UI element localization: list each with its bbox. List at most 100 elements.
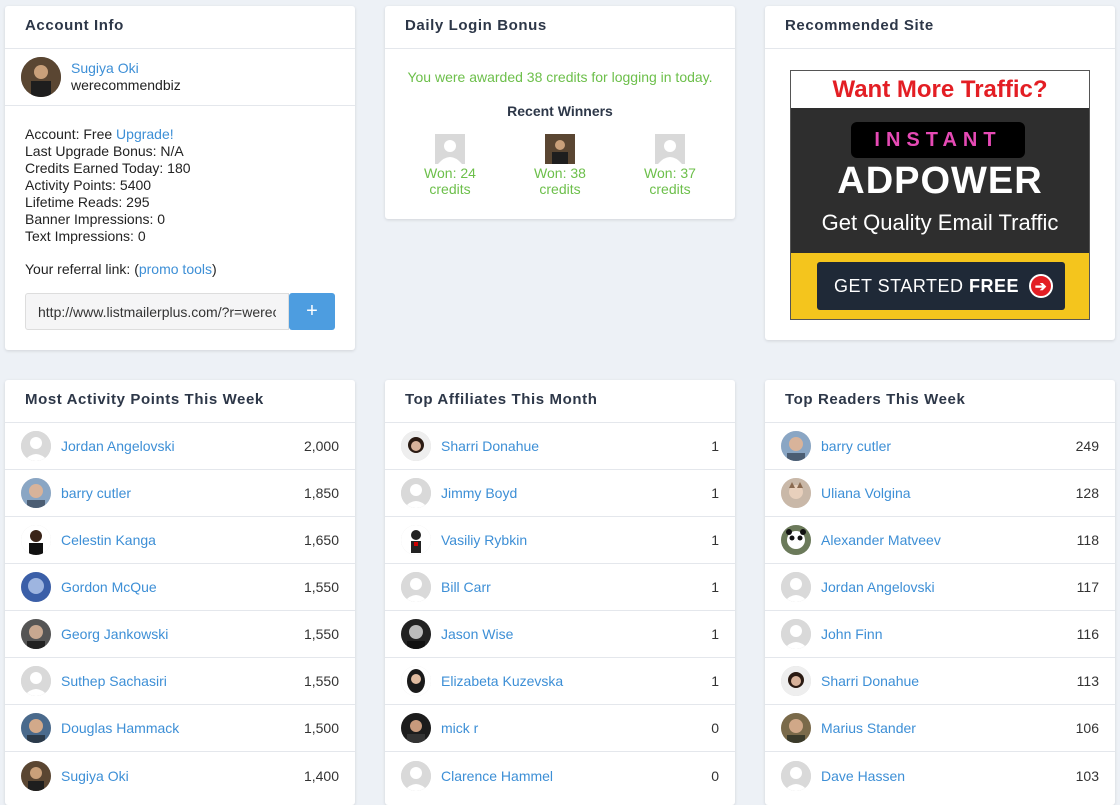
add-button[interactable]: + [289, 293, 335, 330]
avatar[interactable] [781, 713, 811, 743]
top-affiliates-list: Sharri Donahue 1 Jimmy Boyd 1 Vasiliy Rybk… [385, 423, 735, 799]
member-name-link[interactable]: Celestin Kanga [61, 532, 304, 548]
lifetime-reads: Lifetime Reads: 295 [25, 194, 150, 210]
recent-winners-title: Recent Winners [507, 103, 613, 119]
ad-get-started-button[interactable]: GET STARTED FREE ➔ [817, 262, 1065, 310]
recommended-site-card: Recommended Site Want More Traffic? INST… [765, 6, 1115, 340]
member-name-link[interactable]: Jordan Angelovski [61, 438, 304, 454]
avatar[interactable] [21, 572, 51, 602]
list-item: Vasiliy Rybkin 1 [385, 517, 735, 564]
member-name-link[interactable]: mick r [441, 720, 711, 736]
reads-value: 128 [1075, 485, 1099, 501]
member-name-link[interactable]: Elizabeta Kuzevska [441, 673, 711, 689]
daily-bonus-card: Daily Login Bonus You were awarded 38 cr… [385, 6, 735, 219]
reads-value: 113 [1076, 673, 1099, 689]
promo-tools-link[interactable]: promo tools [139, 261, 212, 277]
avatar[interactable] [21, 478, 51, 508]
points-value: 1,500 [303, 720, 339, 736]
winner-avatar[interactable] [545, 134, 575, 164]
upgrade-link[interactable]: Upgrade! [116, 126, 174, 142]
avatar[interactable] [781, 572, 811, 602]
member-name-link[interactable]: Sharri Donahue [441, 438, 711, 454]
avatar[interactable] [781, 760, 811, 791]
avatar[interactable] [401, 619, 431, 649]
member-name-link[interactable]: Vasiliy Rybkin [441, 532, 711, 548]
list-item: Alexander Matveev 118 [765, 517, 1115, 564]
winners-list: Won: 24 credits Won: 38 credits Won: 37 … [385, 134, 735, 197]
avatar[interactable] [21, 666, 51, 696]
reads-value: 117 [1076, 579, 1099, 595]
referrals-value: 1 [711, 438, 719, 454]
member-name-link[interactable]: Gordon McQue [61, 579, 304, 595]
top-affiliates-title: Top Affiliates This Month [385, 380, 735, 423]
reads-value: 118 [1076, 532, 1099, 548]
avatar[interactable] [401, 760, 431, 791]
referral-label: Your referral link: (promo tools) [25, 261, 335, 278]
avatar[interactable] [21, 619, 51, 649]
ad-body: INSTANT ADPOWER Get Quality Email Traffi… [791, 108, 1089, 253]
avatar[interactable] [401, 713, 431, 743]
avatar[interactable] [781, 666, 811, 696]
winner-avatar[interactable] [435, 134, 465, 164]
avatar[interactable] [21, 713, 51, 743]
avatar[interactable] [781, 478, 811, 508]
member-name-link[interactable]: Marius Stander [821, 720, 1076, 736]
list-item: Bill Carr 1 [385, 564, 735, 611]
referral-link-input[interactable] [25, 293, 289, 330]
member-name-link[interactable]: Jason Wise [441, 626, 711, 642]
referrals-value: 1 [711, 626, 719, 642]
points-value: 1,400 [303, 767, 339, 784]
list-item: Marius Stander 106 [765, 705, 1115, 752]
avatar[interactable] [21, 760, 51, 791]
activity-points-title: Most Activity Points This Week [5, 380, 355, 423]
member-name-link[interactable]: Dave Hassen [821, 768, 1076, 784]
member-name-link[interactable]: Georg Jankowski [61, 626, 304, 642]
ad-cta-bold: FREE [969, 276, 1020, 296]
member-name-link[interactable]: Alexander Matveev [821, 532, 1077, 548]
avatar[interactable] [781, 525, 811, 555]
avatar[interactable] [21, 431, 51, 461]
avatar[interactable] [401, 666, 431, 696]
user-name-link[interactable]: Sugiya Oki [71, 60, 139, 76]
winner-item: Won: 38 credits [505, 134, 615, 197]
member-name-link[interactable]: Uliana Volgina [821, 485, 1076, 501]
user-avatar[interactable] [21, 57, 61, 97]
list-item: Douglas Hammack 1,500 [5, 705, 355, 752]
member-name-link[interactable]: barry cutler [61, 485, 304, 501]
list-item: Sugiya Oki 1,400 [5, 752, 355, 799]
bonus-message: You were awarded 38 credits for logging … [407, 69, 713, 85]
top-readers-card: Top Readers This Week barry cutler 249 Ul… [765, 380, 1115, 805]
list-item: Dave Hassen 103 [765, 752, 1115, 799]
avatar[interactable] [21, 525, 51, 555]
member-name-link[interactable]: barry cutler [821, 438, 1076, 454]
avatar[interactable] [401, 525, 431, 555]
referral-label-text: Your referral link: ( [25, 261, 139, 277]
ad-banner[interactable]: Want More Traffic? INSTANT ADPOWER Get Q… [790, 70, 1090, 320]
top-affiliates-card: Top Affiliates This Month Sharri Donahue… [385, 380, 735, 805]
member-name-link[interactable]: Jimmy Boyd [441, 485, 711, 501]
member-name-link[interactable]: Jordan Angelovski [821, 579, 1077, 595]
member-name-link[interactable]: Bill Carr [441, 579, 711, 595]
activity-points-list: Jordan Angelovski 2,000 barry cutler 1,850… [5, 423, 355, 799]
member-name-link[interactable]: Clarence Hammel [441, 768, 711, 784]
member-name-link[interactable]: Sharri Donahue [821, 673, 1077, 689]
ad-cta-text: GET STARTED [834, 276, 970, 296]
list-item: Uliana Volgina 128 [765, 470, 1115, 517]
ad-tagline: Get Quality Email Traffic [821, 210, 1059, 235]
member-name-link[interactable]: Suthep Sachasiri [61, 673, 304, 689]
avatar[interactable] [781, 431, 811, 461]
avatar[interactable] [401, 572, 431, 602]
referrals-value: 1 [711, 579, 719, 595]
avatar[interactable] [781, 619, 811, 649]
avatar[interactable] [401, 478, 431, 508]
winner-amount: Won: 24 [424, 165, 476, 181]
account-info-card: Account Info Sugiya Oki werecommendbiz A… [5, 6, 355, 350]
member-name-link[interactable]: John Finn [821, 626, 1077, 642]
member-name-link[interactable]: Douglas Hammack [61, 720, 304, 736]
avatar[interactable] [401, 431, 431, 461]
winner-avatar[interactable] [655, 134, 685, 164]
reads-value: 249 [1075, 438, 1099, 454]
list-item: Jimmy Boyd 1 [385, 470, 735, 517]
winner-unit: credits [649, 181, 691, 197]
member-name-link[interactable]: Sugiya Oki [61, 768, 304, 784]
